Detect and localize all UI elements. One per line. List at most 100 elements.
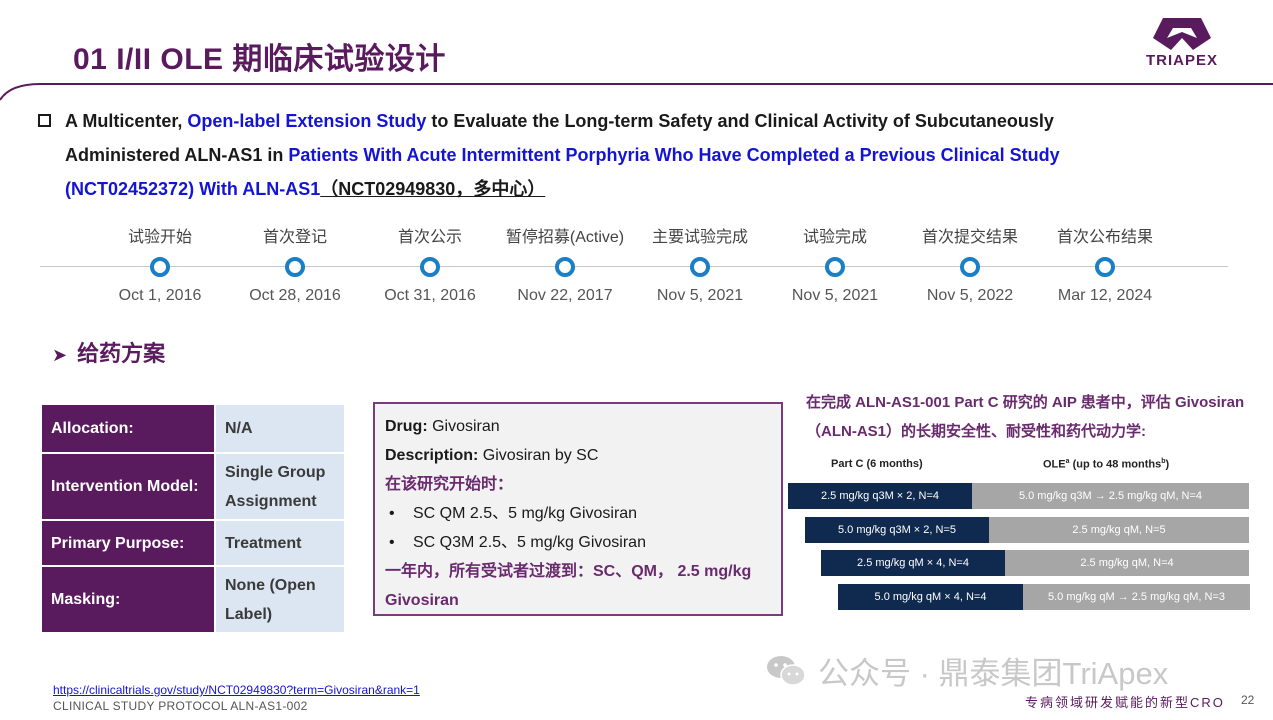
timeline-label: 首次登记	[262, 229, 327, 246]
study-title-highlight: (NCT02452372) With ALN-AS1	[65, 179, 321, 199]
table-key: Allocation:	[42, 405, 214, 452]
wechat-icon	[767, 655, 806, 686]
timeline-date: Nov 22, 2017	[517, 287, 613, 304]
timeline-dot-icon	[150, 257, 170, 277]
ole-header-text: (up to 48 months	[1069, 458, 1162, 471]
table-row: Masking: None (Open Label)	[42, 567, 344, 632]
regimen-row: 2.5 mg/kg q3M × 2, N=4 5.0 mg/kg q3M → 2…	[788, 483, 1249, 509]
timeline-date: Nov 5, 2022	[926, 287, 1014, 304]
ole-header-text: )	[1165, 458, 1170, 471]
footer-tagline: 专病领域研发赋能的新型CRO	[1025, 695, 1225, 710]
list-item-text: SC QM 2.5、5 mg/kg Givosiran	[413, 505, 638, 522]
table-row: Intervention Model: Single Group Assignm…	[42, 454, 344, 519]
timeline-dot-icon	[825, 257, 845, 277]
drug-description-box: Drug: Givosiran Description: Givosiran b…	[373, 402, 783, 616]
part-c-header: Part C (6 months)	[831, 458, 923, 470]
table-key: Masking:	[42, 567, 214, 632]
arrow-right-icon: ➤	[52, 345, 68, 365]
timeline-label: 首次提交结果	[921, 229, 1018, 246]
table-row: Primary Purpose: Treatment	[42, 521, 344, 565]
timeline-item: 首次登记 Oct 28, 2016	[230, 226, 360, 308]
design-table: Allocation: N/A Intervention Model: Sing…	[40, 403, 346, 634]
part-c-bar: 5.0 mg/kg qM × 4, N=4	[838, 584, 1023, 610]
timeline-item: 主要试验完成 Nov 5, 2021	[635, 226, 765, 308]
timeline-dot-icon	[690, 257, 710, 277]
drug-value: Givosiran	[427, 418, 500, 435]
study-title-highlight: Patients With Acute Intermittent Porphyr…	[288, 145, 1060, 165]
timeline-label: 首次公示	[397, 229, 462, 246]
ole-bar: 5.0 mg/kg q3M → 2.5 mg/kg qM, N=4	[972, 483, 1249, 509]
table-key: Primary Purpose:	[42, 521, 214, 565]
study-title-text: to Evaluate the Long-term Safety and Cli…	[426, 111, 1054, 131]
checkbox-square-icon	[38, 114, 51, 127]
protocol-label: CLINICAL STUDY PROTOCOL ALN-AS1-002	[53, 699, 308, 713]
timeline-date: Mar 12, 2024	[1057, 287, 1153, 304]
drug-label: Drug:	[385, 418, 428, 435]
timeline-label: 首次公布结果	[1056, 229, 1153, 246]
timeline-dot-icon	[420, 257, 440, 277]
logo-text: TRIAPEX	[1145, 52, 1218, 69]
timeline-dot-icon	[555, 257, 575, 277]
ole-header-text: OLE	[1043, 458, 1066, 471]
part-c-bar: 5.0 mg/kg q3M × 2, N=5	[805, 517, 989, 543]
table-value: None (Open Label)	[216, 567, 344, 632]
section-title: ➤ 给药方案	[52, 336, 165, 368]
list-item: • SC QM 2.5、5 mg/kg Givosiran	[385, 499, 771, 528]
timeline-item: 首次公布结果 Mar 12, 2024	[1040, 226, 1170, 308]
transition-note: 一年内，所有受试者过渡到：SC、QM， 2.5 mg/kg Givosiran	[385, 563, 752, 609]
part-c-bar: 2.5 mg/kg qM × 4, N=4	[821, 550, 1005, 576]
table-key: Intervention Model:	[42, 454, 214, 519]
timeline-label: 试验完成	[802, 229, 867, 246]
list-item: • SC Q3M 2.5、5 mg/kg Givosiran	[385, 528, 771, 557]
timeline-label: 暂停招募(Active)	[505, 229, 625, 246]
list-item-text: SC Q3M 2.5、5 mg/kg Givosiran	[413, 534, 646, 551]
timeline-date: Nov 5, 2021	[656, 287, 744, 304]
section-title-text: 给药方案	[77, 341, 166, 366]
source-link[interactable]: https://clinicaltrials.gov/study/NCT0294…	[53, 683, 420, 697]
study-title-text: A Multicenter,	[65, 111, 188, 131]
study-id: （NCT02949830，多中心）	[320, 179, 546, 199]
ole-bar: 2.5 mg/kg qM, N=5	[989, 517, 1249, 543]
description-value: Givosiran by SC	[478, 447, 599, 464]
timeline-label: 主要试验完成	[651, 229, 748, 246]
triapex-logo-icon	[1153, 18, 1211, 50]
ole-header: OLEa (up to 48 monthsb)	[1043, 458, 1169, 471]
watermark: 公众号 · 鼎泰集团TriApex	[766, 648, 1168, 693]
study-title: A Multicenter, Open-label Extension Stud…	[38, 104, 1188, 206]
bullet-icon: •	[389, 534, 395, 551]
watermark-text: 公众号 · 鼎泰集团TriApex	[818, 656, 1169, 691]
table-row: Allocation: N/A	[42, 405, 344, 452]
regimen-row: 5.0 mg/kg qM × 4, N=4 5.0 mg/kg qM → 2.5…	[838, 584, 1250, 610]
timeline-date: Oct 31, 2016	[384, 287, 476, 304]
description-label: Description:	[385, 447, 479, 464]
regimen-row: 2.5 mg/kg qM × 4, N=4 2.5 mg/kg qM, N=4	[821, 550, 1249, 576]
timeline: 试验开始 Oct 1, 2016 首次登记 Oct 28, 2016 首次公示 Oct 3…	[40, 226, 1228, 316]
page-title: 01 I/II OLE 期临床试验设计	[73, 43, 446, 76]
timeline-date: Oct 28, 2016	[249, 287, 341, 304]
ole-bar: 2.5 mg/kg qM, N=4	[1005, 550, 1249, 576]
study-title-text: Administered ALN-AS1 in	[65, 145, 289, 165]
part-c-bar: 2.5 mg/kg q3M × 2, N=4	[788, 483, 972, 509]
page-number: 22	[1241, 693, 1255, 707]
timeline-item: 暂停招募(Active) Nov 22, 2017	[500, 226, 630, 308]
timeline-dot-icon	[1095, 257, 1115, 277]
timeline-dot-icon	[960, 257, 980, 277]
table-value: N/A	[216, 405, 344, 452]
ole-bar: 5.0 mg/kg qM → 2.5 mg/kg qM, N=3	[1023, 584, 1250, 610]
start-note: 在该研究开始时：	[385, 476, 514, 493]
timeline-date: Nov 5, 2021	[791, 287, 879, 304]
timeline-label: 试验开始	[127, 229, 192, 246]
timeline-item: 试验开始 Oct 1, 2016	[95, 226, 225, 308]
timeline-item: 首次公示 Oct 31, 2016	[365, 226, 495, 308]
study-title-highlight: Open-label Extension Study	[187, 111, 427, 131]
table-value: Single Group Assignment	[216, 454, 344, 519]
table-value: Treatment	[216, 521, 344, 565]
triapex-logo: TRIAPEX	[1137, 14, 1227, 70]
regimen-title: 在完成 ALN-AS1-001 Part C 研究的 AIP 患者中，评估 Gi…	[806, 394, 1245, 440]
bullet-icon: •	[389, 505, 395, 522]
timeline-date: Oct 1, 2016	[118, 287, 202, 304]
timeline-dot-icon	[285, 257, 305, 277]
timeline-item: 试验完成 Nov 5, 2021	[770, 226, 900, 308]
timeline-item: 首次提交结果 Nov 5, 2022	[905, 226, 1035, 308]
regimen-row: 5.0 mg/kg q3M × 2, N=5 2.5 mg/kg qM, N=5	[805, 517, 1249, 543]
